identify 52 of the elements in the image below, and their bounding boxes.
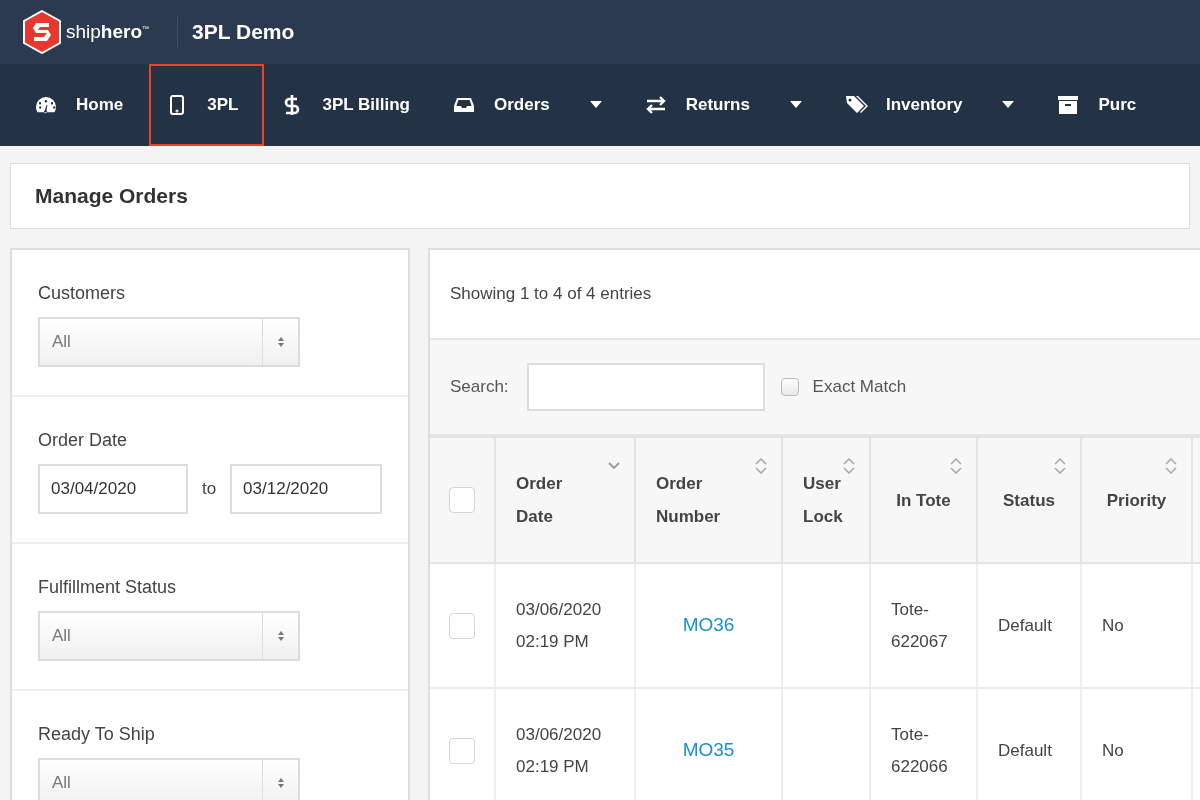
table-cell: 03/06/2020 02:19 PM xyxy=(516,724,602,776)
table-cell: Default xyxy=(998,615,1052,635)
order-link[interactable]: MO36 xyxy=(682,614,735,635)
table-cell: Default xyxy=(998,740,1052,760)
app-title: 3PL Demo xyxy=(192,19,295,46)
column-header[interactable]: User Lock xyxy=(782,437,870,563)
column-header[interactable]: Status xyxy=(977,437,1081,563)
nav-item[interactable]: Returns xyxy=(627,64,828,146)
page-title: Manage Orders xyxy=(35,183,188,210)
nav-item[interactable]: Home xyxy=(18,64,150,146)
select-field[interactable]: All xyxy=(38,317,300,367)
range-separator: to xyxy=(201,478,217,501)
search-field[interactable] xyxy=(526,363,765,411)
nav-item[interactable]: 3PL xyxy=(149,64,265,146)
checkbox[interactable] xyxy=(780,378,799,396)
caret-icon xyxy=(1002,101,1015,109)
select-field[interactable]: All xyxy=(38,611,300,661)
select-value: All xyxy=(51,625,72,648)
table-cell: Tote-622066 xyxy=(891,724,948,776)
entries-summary: Showing 1 to 4 of 4 entries xyxy=(450,283,652,306)
nav-item[interactable]: 3PL Billing xyxy=(264,64,436,146)
checkbox[interactable] xyxy=(449,612,475,639)
caret-icon xyxy=(589,101,602,109)
column-header[interactable]: Order Date xyxy=(495,437,635,563)
search-label: Search: xyxy=(450,376,509,399)
brand-name: shiphero xyxy=(66,19,143,44)
filter-label: Fulfillment Status xyxy=(38,576,178,599)
select-value: All xyxy=(51,331,72,354)
filter-label: Customers xyxy=(38,282,127,305)
archive-icon xyxy=(1056,93,1081,117)
checkbox[interactable] xyxy=(449,487,475,513)
select-field[interactable]: All xyxy=(38,758,300,800)
column-header[interactable]: In Tote xyxy=(870,437,977,563)
logo-icon xyxy=(22,10,62,54)
table-cell: Tote-622067 xyxy=(891,599,948,651)
column-header[interactable]: Order Number xyxy=(635,437,782,563)
nav-item[interactable]: Purc xyxy=(1040,64,1163,146)
nav-item[interactable]: Orders xyxy=(435,64,628,146)
select-value: All xyxy=(51,772,72,795)
filter-label: Ready To Ship xyxy=(38,723,156,746)
checkbox[interactable] xyxy=(449,737,475,764)
table-cell: 03/06/2020 02:19 PM xyxy=(516,599,602,651)
column-header[interactable]: Priority xyxy=(1081,437,1192,563)
table-cell: No xyxy=(1102,615,1124,635)
nav-item[interactable]: Inventory xyxy=(827,64,1041,146)
filter-label: Order Date xyxy=(38,429,129,452)
date-field[interactable]: 03/04/2020 xyxy=(38,464,188,514)
table-cell: No xyxy=(1102,740,1124,760)
caret-icon xyxy=(789,101,802,109)
order-link[interactable]: MO35 xyxy=(682,739,735,760)
date-field[interactable]: 03/12/2020 xyxy=(230,464,382,514)
checkbox-label: Exact Match xyxy=(812,376,907,399)
